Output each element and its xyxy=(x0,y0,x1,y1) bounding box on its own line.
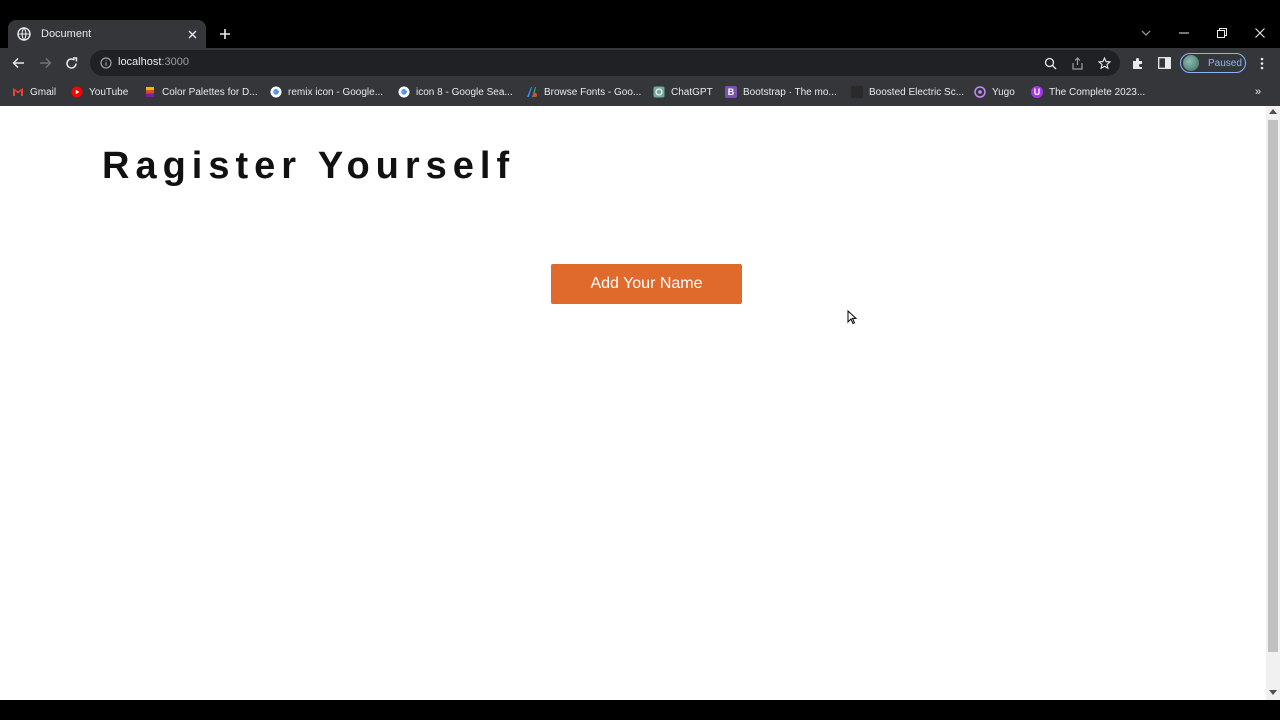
mouse-cursor-icon xyxy=(847,309,858,325)
udemy-icon: U xyxy=(1031,86,1043,98)
url-port: :3000 xyxy=(161,56,189,68)
chatgpt-icon xyxy=(653,86,665,98)
avatar xyxy=(1183,55,1199,71)
restore-icon[interactable] xyxy=(1213,24,1231,42)
bookmark-label: The Complete 2023... xyxy=(1049,86,1146,98)
side-panel-icon[interactable] xyxy=(1156,55,1172,71)
address-bar[interactable]: localhost:3000 xyxy=(90,50,1120,76)
bookmark-remix-icon[interactable]: remix icon - Google... xyxy=(270,84,383,100)
add-your-name-button[interactable]: Add Your Name xyxy=(551,264,742,304)
forward-icon[interactable] xyxy=(37,55,53,71)
bookmark-label: remix icon - Google... xyxy=(288,86,384,98)
youtube-icon xyxy=(71,86,83,98)
bookmark-star-icon[interactable] xyxy=(1098,57,1111,70)
bookmark-color-palettes[interactable]: Color Palettes for D... xyxy=(144,84,258,100)
more-menu-icon[interactable] xyxy=(1254,55,1270,71)
browser-toolbar: localhost:3000 Paused xyxy=(0,48,1280,78)
gmail-icon xyxy=(12,86,24,98)
bookmark-label: icon 8 - Google Sea... xyxy=(416,86,513,98)
bookmark-chatgpt[interactable]: ChatGPT xyxy=(653,84,713,100)
tab-search-chevron-icon[interactable] xyxy=(1137,24,1155,42)
profile-button[interactable]: Paused xyxy=(1180,53,1246,73)
yugo-icon xyxy=(974,86,986,98)
bookmark-label: Bootstrap · The mo... xyxy=(743,86,837,98)
tab-title: Document xyxy=(41,28,92,40)
close-tab-icon[interactable] xyxy=(184,26,200,42)
google-icon xyxy=(398,86,410,98)
reload-icon[interactable] xyxy=(63,55,79,71)
bookmark-label: ChatGPT xyxy=(671,86,713,98)
bookmark-label: Boosted Electric Sc... xyxy=(869,86,965,98)
bookmark-bootstrap[interactable]: B Bootstrap · The mo... xyxy=(725,84,837,100)
url-text[interactable]: localhost:3000 xyxy=(118,56,189,68)
share-icon[interactable] xyxy=(1071,57,1084,70)
bookmark-label: YouTube xyxy=(89,86,129,98)
profile-status: Paused xyxy=(1208,57,1242,69)
scroll-up-icon[interactable] xyxy=(1269,109,1277,114)
back-icon[interactable] xyxy=(10,55,26,71)
bookmark-complete-2023[interactable]: U The Complete 2023... xyxy=(1031,84,1145,100)
bootstrap-icon: B xyxy=(725,86,737,98)
close-window-icon[interactable] xyxy=(1251,24,1269,42)
tab-strip: Document xyxy=(0,0,1280,48)
new-tab-icon[interactable] xyxy=(216,25,234,43)
fonts-icon xyxy=(526,86,538,98)
extensions-icon[interactable] xyxy=(1129,55,1145,71)
bookmark-boosted[interactable]: Boosted Electric Sc... xyxy=(851,84,964,100)
google-icon xyxy=(270,86,282,98)
bookmark-label: Browse Fonts - Goo... xyxy=(544,86,642,98)
bookmark-youtube[interactable]: YouTube xyxy=(71,84,128,100)
bookmarks-bar: Gmail YouTube Color Palettes for D... re… xyxy=(0,78,1280,106)
bookmark-browse-fonts[interactable]: Browse Fonts - Goo... xyxy=(526,84,641,100)
boosted-icon xyxy=(851,86,863,98)
bookmark-label: Color Palettes for D... xyxy=(162,86,258,98)
globe-icon xyxy=(17,27,31,41)
bookmark-icon8[interactable]: icon 8 - Google Sea... xyxy=(398,84,513,100)
scrollbar-thumb[interactable] xyxy=(1268,120,1278,652)
minimize-icon[interactable] xyxy=(1175,24,1193,42)
scroll-down-icon[interactable] xyxy=(1269,690,1277,695)
bookmark-label: Gmail xyxy=(30,86,57,98)
url-host: localhost xyxy=(118,56,162,68)
page-title: Ragister Yourself xyxy=(102,145,516,187)
site-info-icon[interactable] xyxy=(100,57,112,69)
bookmark-yugo[interactable]: Yugo xyxy=(974,84,1015,100)
more-bookmarks-icon[interactable]: » xyxy=(1255,84,1261,100)
page-scrollbar[interactable] xyxy=(1266,106,1280,700)
bookmark-gmail[interactable]: Gmail xyxy=(12,84,56,100)
page-content: Ragister Yourself Add Your Name xyxy=(0,106,1266,700)
palette-icon xyxy=(144,86,156,98)
zoom-icon[interactable] xyxy=(1044,57,1057,70)
taskbar-strip xyxy=(0,700,1280,720)
tab-document[interactable]: Document xyxy=(8,20,206,48)
bookmark-label: Yugo xyxy=(992,86,1015,98)
